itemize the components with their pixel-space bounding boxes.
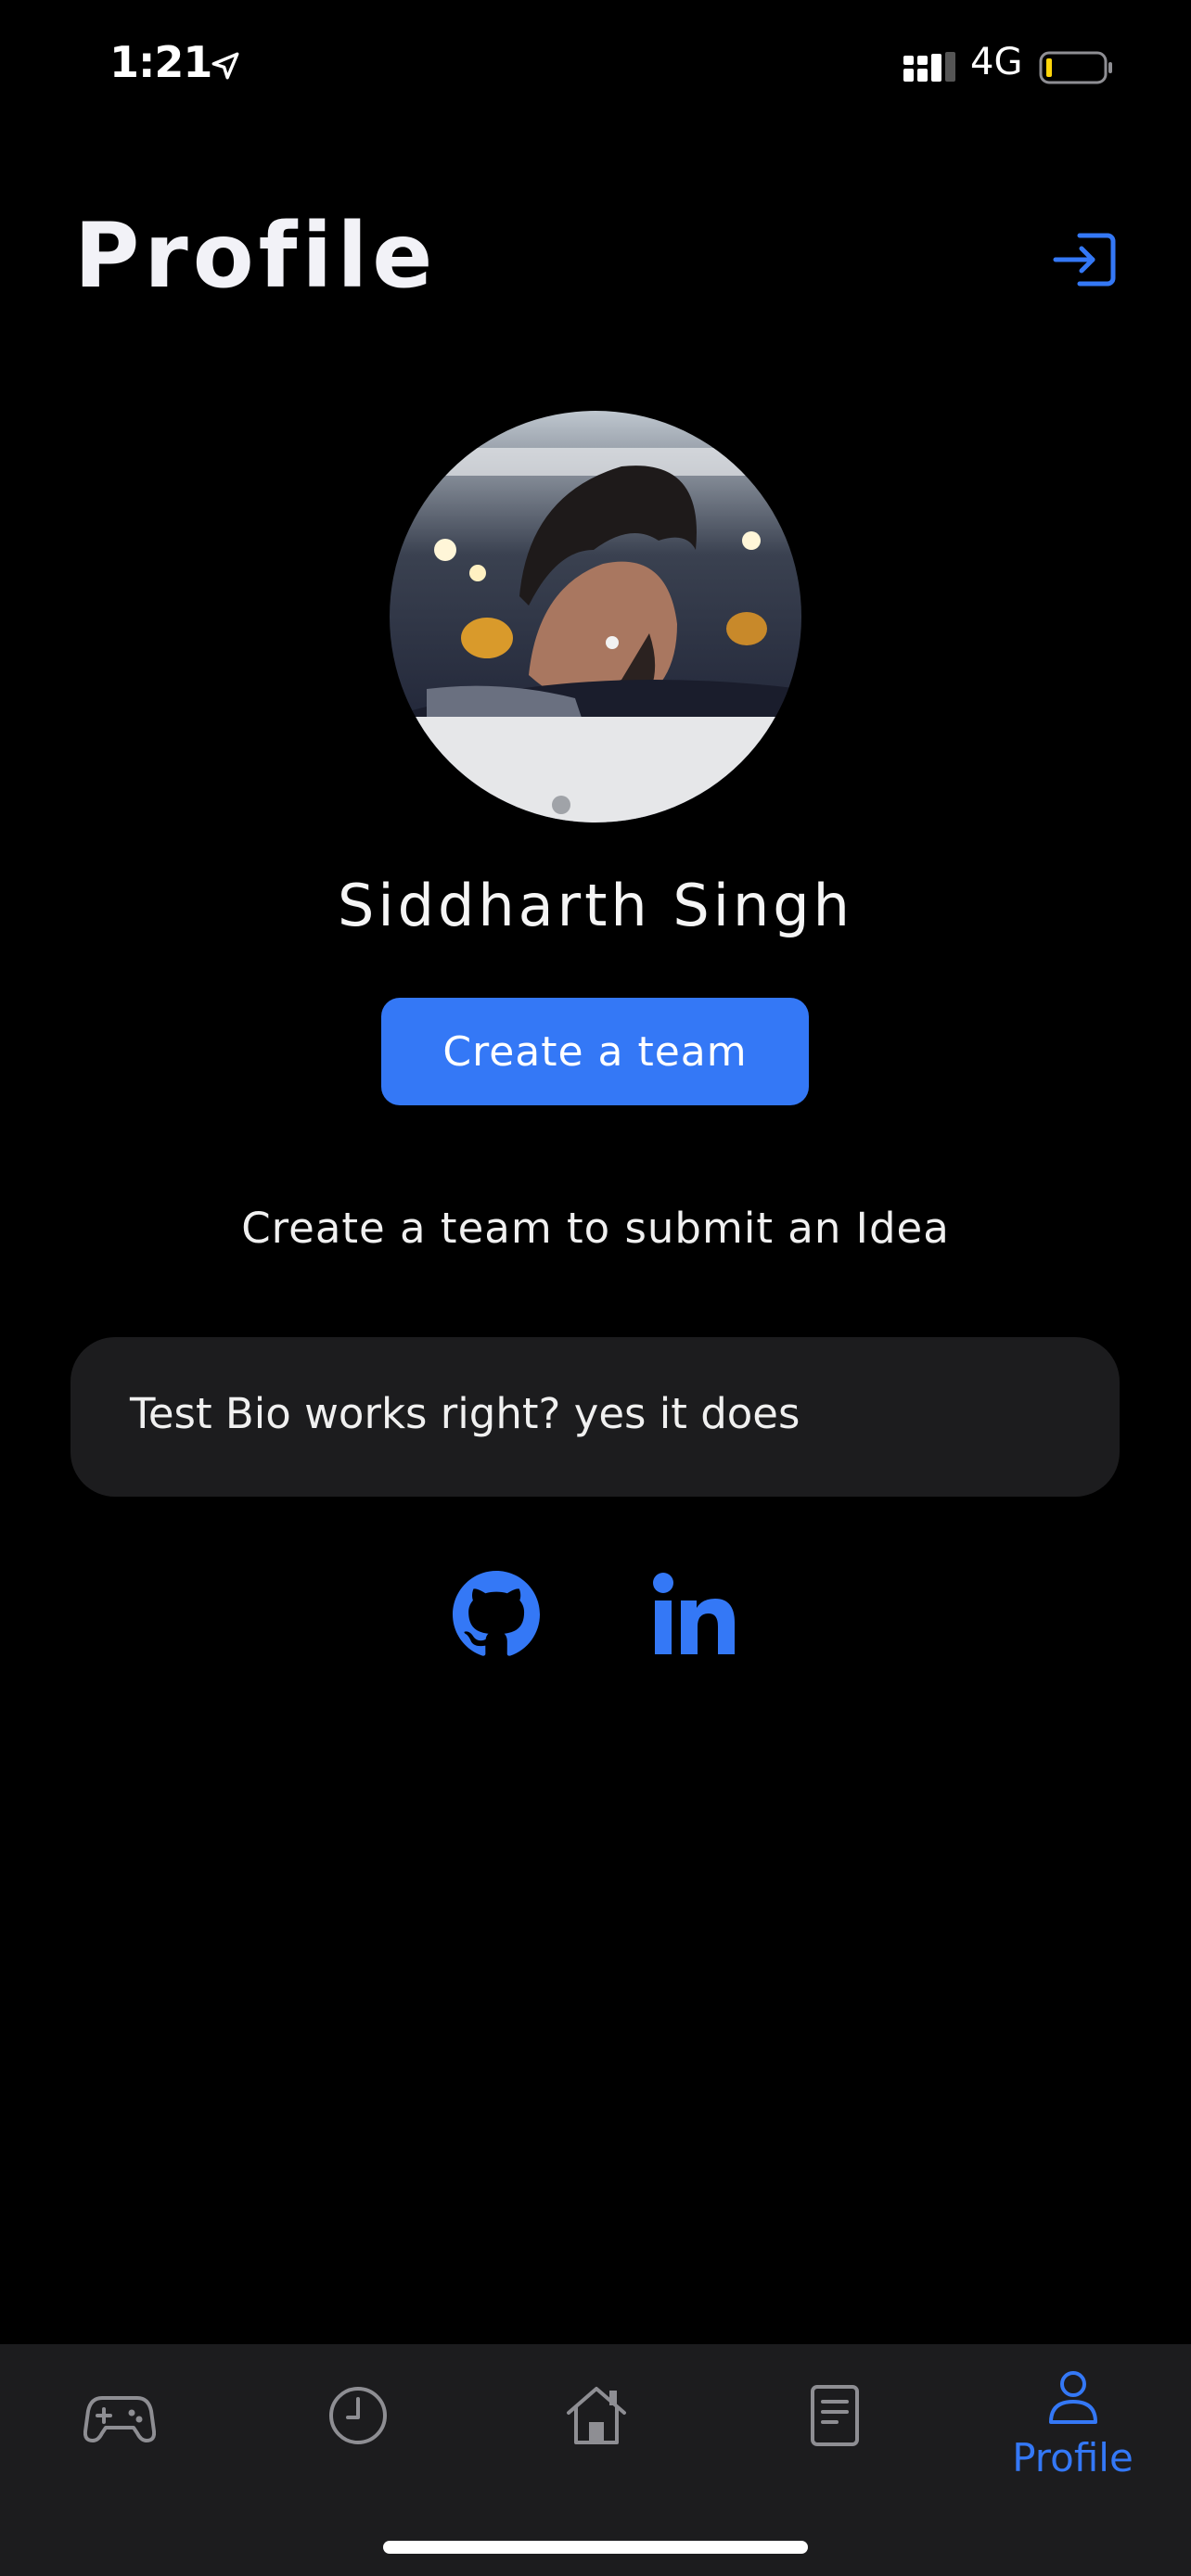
document-icon: [810, 2385, 859, 2446]
battery-icon: [1039, 51, 1112, 84]
gamepad-icon: [83, 2396, 156, 2442]
linkedin-icon: [653, 1573, 735, 1654]
github-icon: [453, 1571, 540, 1656]
tab-home[interactable]: [477, 2344, 715, 2511]
user-name: Siddharth Singh: [338, 872, 853, 939]
location-arrow-icon: [211, 52, 239, 80]
status-time: 1:21: [109, 37, 212, 87]
page-title: Profile: [74, 204, 438, 308]
login-arrow-icon: [1053, 233, 1116, 287]
tab-games[interactable]: [0, 2344, 238, 2511]
cellular-signal-icon: [903, 52, 955, 82]
status-bar: 1:21 4G: [0, 0, 1191, 139]
team-hint-text: Create a team to submit an Idea: [241, 1204, 950, 1253]
linkedin-link[interactable]: [651, 1571, 738, 1658]
tab-documents[interactable]: [715, 2344, 954, 2511]
avatar: [390, 411, 801, 823]
network-type-label: 4G: [970, 41, 1023, 83]
home-indicator: [383, 2541, 808, 2554]
person-icon: [1048, 2371, 1097, 2424]
tab-history[interactable]: [238, 2344, 477, 2511]
github-link[interactable]: [453, 1571, 540, 1658]
logout-button[interactable]: [1052, 230, 1119, 289]
create-team-button[interactable]: Create a team: [381, 998, 809, 1105]
bio-card: Test Bio works right? yes it does: [70, 1337, 1120, 1497]
tab-profile[interactable]: Profile: [954, 2344, 1191, 2511]
home-icon: [566, 2387, 626, 2444]
bio-text: Test Bio works right? yes it does: [130, 1389, 800, 1438]
tab-profile-label: Profile: [1012, 2435, 1133, 2480]
profile-photo: [390, 411, 801, 823]
clock-icon: [328, 2387, 387, 2444]
